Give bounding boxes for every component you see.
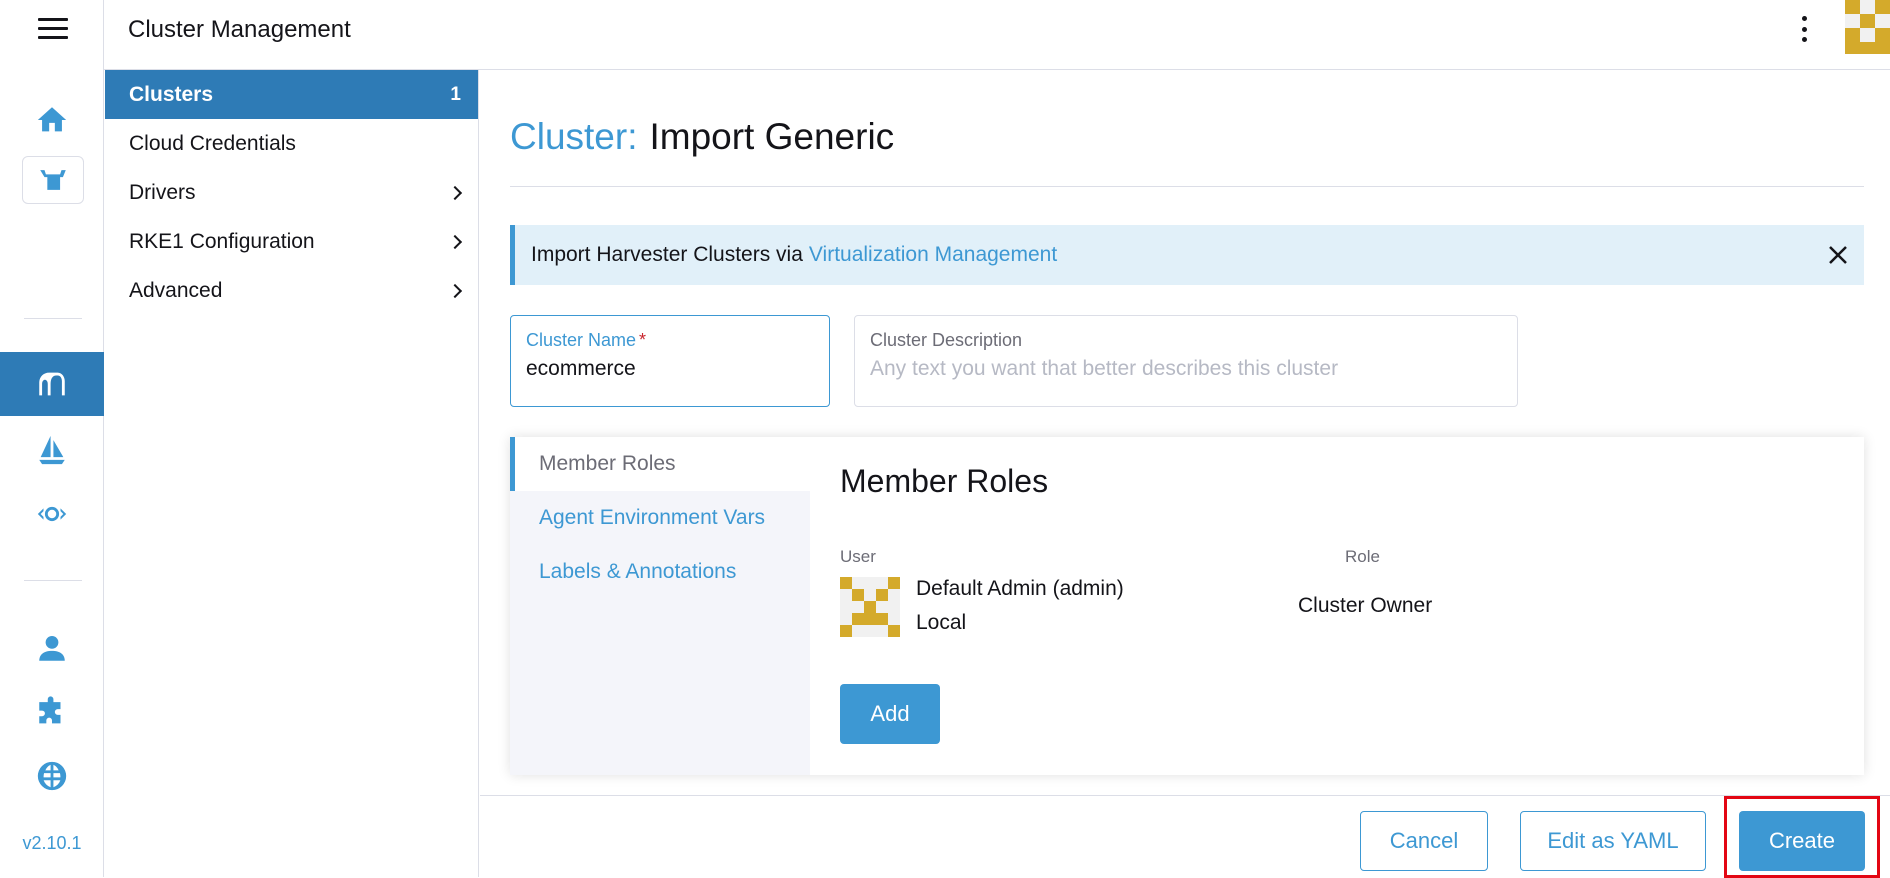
chevron-right-icon xyxy=(447,283,463,298)
sidebar-item-advanced[interactable]: Advanced xyxy=(105,266,478,315)
page-title: Cluster: Import Generic xyxy=(510,116,894,158)
sidebar-item-label: Advanced xyxy=(129,278,223,302)
cluster-description-field: Cluster Description xyxy=(854,315,1518,407)
menu-icon[interactable] xyxy=(38,18,68,40)
page-title-value: Import Generic xyxy=(649,116,895,157)
tab-member-roles[interactable]: Member Roles xyxy=(510,437,810,491)
member-provider: Local xyxy=(916,611,967,634)
create-button[interactable]: Create xyxy=(1739,811,1865,871)
info-banner: Import Harvester Clusters via Virtualiza… xyxy=(510,225,1864,285)
form-footer: Cancel Edit as YAML Create xyxy=(480,795,1890,878)
column-header-user: User xyxy=(840,547,876,566)
member-role: Cluster Owner xyxy=(1298,594,1433,617)
icon-rail: v2.10.1 xyxy=(0,0,104,877)
edit-as-yaml-button[interactable]: Edit as YAML xyxy=(1520,811,1706,871)
sidebar-item-clusters[interactable]: Clusters 1 xyxy=(105,70,478,119)
cluster-name-label: Cluster Name * xyxy=(526,330,647,350)
virtualization-management-link[interactable]: Virtualization Management xyxy=(809,243,1057,267)
member-roles-section: Member Roles User Role Default Admin (ad… xyxy=(810,437,1864,775)
column-header-role: Role xyxy=(1345,547,1380,566)
cluster-description-label: Cluster Description xyxy=(870,330,1023,350)
section-heading: Member Roles xyxy=(840,463,1049,499)
sidebar-item-rke1-configuration[interactable]: RKE1 Configuration xyxy=(105,217,478,266)
rail-divider xyxy=(24,318,82,319)
config-tabs-panel: Member Roles Agent Environment Vars Labe… xyxy=(510,437,1864,775)
version-label: v2.10.1 xyxy=(22,833,82,853)
chevron-right-icon xyxy=(447,234,463,249)
sidebar-item-label: Drivers xyxy=(129,180,196,204)
tab-labels-annotations[interactable]: Labels & Annotations xyxy=(510,545,810,599)
home-icon[interactable] xyxy=(0,96,104,144)
tab-list: Member Roles Agent Environment Vars Labe… xyxy=(510,437,810,775)
member-avatar-icon xyxy=(840,577,900,637)
divider xyxy=(510,186,1864,187)
main-content: Cluster: Import Generic Import Harvester … xyxy=(480,70,1890,878)
sidebar-item-label: Cloud Credentials xyxy=(129,131,296,155)
more-options-icon[interactable] xyxy=(1794,14,1814,44)
cluster-management-icon[interactable] xyxy=(0,352,104,416)
app-title: Cluster Management xyxy=(128,16,351,43)
close-icon[interactable] xyxy=(1826,243,1850,267)
sidebar-item-cloud-credentials[interactable]: Cloud Credentials xyxy=(105,119,478,168)
globe-icon[interactable] xyxy=(0,752,104,800)
fleet-icon[interactable] xyxy=(0,426,104,474)
member-name: Default Admin (admin) xyxy=(916,577,1124,600)
cancel-button[interactable]: Cancel xyxy=(1360,811,1488,871)
extensions-icon[interactable] xyxy=(0,688,104,736)
virtualization-icon[interactable] xyxy=(0,490,104,538)
tab-agent-environment-vars[interactable]: Agent Environment Vars xyxy=(510,491,810,545)
sidebar-item-drivers[interactable]: Drivers xyxy=(105,168,478,217)
sidebar-item-label: Clusters xyxy=(129,82,214,106)
cluster-name-field: Cluster Name * xyxy=(510,315,830,407)
banner-text: Import Harvester Clusters via xyxy=(531,243,803,266)
add-member-button[interactable]: Add xyxy=(840,684,940,744)
sidebar-item-label: RKE1 Configuration xyxy=(129,229,315,253)
top-header: Cluster Management xyxy=(104,0,1890,70)
cluster-description-input[interactable] xyxy=(870,357,1502,381)
chevron-right-icon xyxy=(447,185,463,200)
user-avatar-icon[interactable] xyxy=(1845,0,1890,54)
rail-divider xyxy=(24,580,82,581)
cluster-name-input[interactable] xyxy=(526,357,814,381)
harvester-icon[interactable] xyxy=(22,156,84,204)
page-title-label: Cluster: xyxy=(510,116,638,157)
clusters-count-badge: 1 xyxy=(450,83,461,105)
side-nav: Clusters 1 Cloud Credentials Drivers RKE… xyxy=(105,70,479,877)
user-icon[interactable] xyxy=(0,624,104,672)
